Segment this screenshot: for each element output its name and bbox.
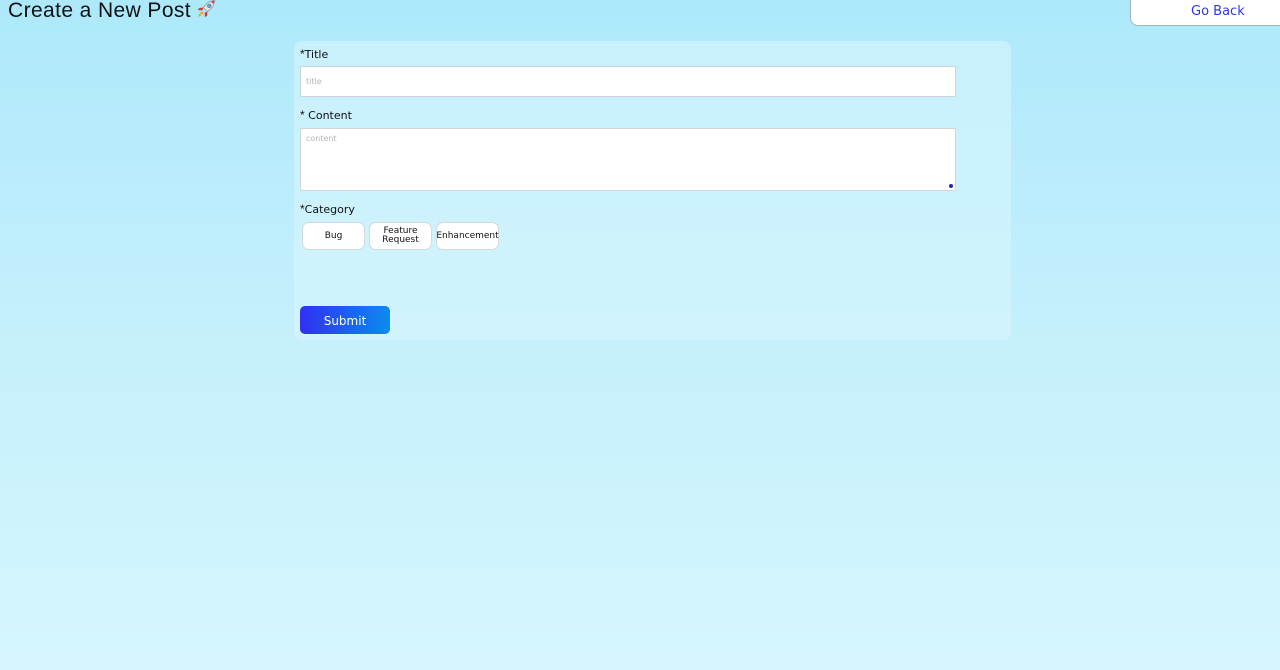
submit-button[interactable]: Submit: [300, 306, 390, 334]
content-label-text: Content: [304, 109, 352, 122]
title-label-text: Title: [304, 48, 329, 61]
category-label-text: Category: [304, 203, 355, 216]
category-options: Bug Feature Request Enhancement: [302, 222, 499, 250]
content-textarea[interactable]: [300, 128, 956, 191]
category-option-feature-request[interactable]: Feature Request: [369, 222, 432, 250]
page-title-text: Create a New Post: [8, 0, 192, 22]
new-post-form: *Title * Content *Category Bug Feature R…: [294, 41, 1011, 340]
category-option-enhancement[interactable]: Enhancement: [436, 222, 499, 250]
title-input[interactable]: [300, 66, 956, 97]
category-label: *Category: [300, 203, 355, 217]
page-title: Create a New Post: [8, 0, 216, 25]
resize-handle-icon[interactable]: [949, 184, 953, 188]
content-label: * Content: [300, 109, 352, 123]
rocket-icon: [196, 0, 216, 25]
category-option-bug[interactable]: Bug: [302, 222, 365, 250]
title-label: *Title: [300, 48, 329, 62]
go-back-button[interactable]: Go Back: [1130, 0, 1280, 26]
